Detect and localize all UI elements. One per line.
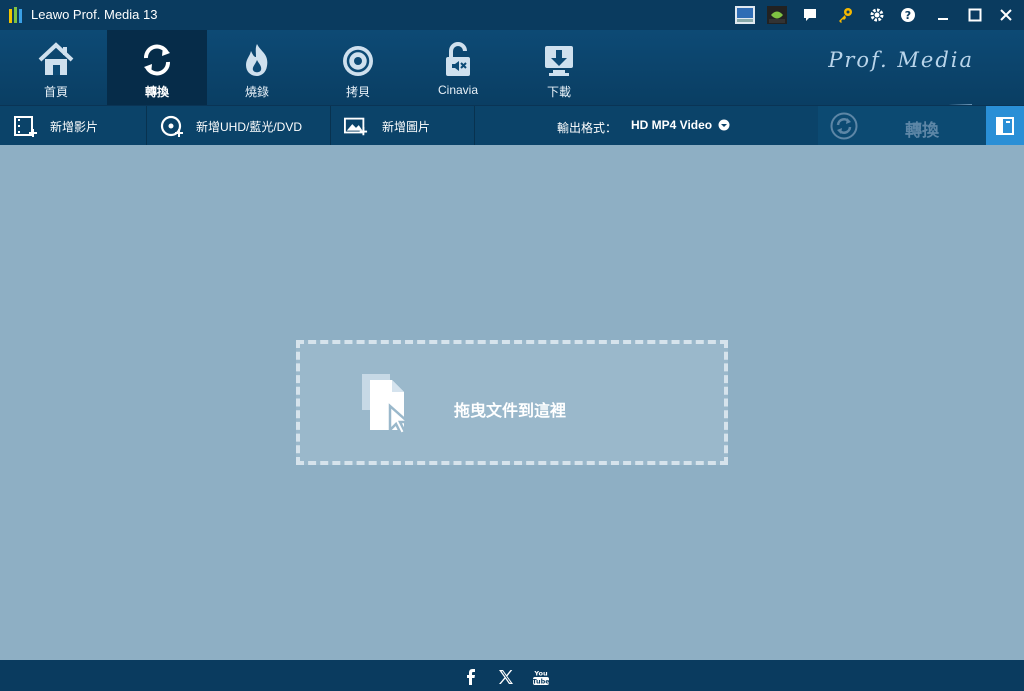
- nav-label-copy: 拷貝: [345, 85, 370, 99]
- nav-label-download: 下載: [546, 85, 571, 99]
- convert-toolbar: 新增影片 新增UHD/藍光/DVD 新增圖片 輸出格式： HD MP4 Vide…: [0, 105, 1024, 146]
- panel-toggle-icon: [996, 117, 1014, 135]
- nav-label-cinavia: Cinavia: [437, 83, 479, 97]
- image-plus-icon: [344, 114, 368, 138]
- minimize-icon[interactable]: [933, 5, 953, 25]
- add-photo-button[interactable]: 新增圖片: [344, 106, 430, 146]
- svg-text:Tube: Tube: [532, 678, 550, 685]
- cuda-accel-icon[interactable]: [767, 5, 787, 25]
- toolbar-divider: [474, 106, 475, 146]
- convert-label: 轉換: [905, 121, 939, 140]
- home-icon: [38, 42, 74, 75]
- youtube-icon[interactable]: You Tube: [532, 668, 550, 686]
- flame-icon: [246, 44, 268, 76]
- nav-label-burn: 燒錄: [244, 85, 269, 99]
- disc-plus-icon: [160, 114, 184, 138]
- output-format-label: 輸出格式：: [557, 121, 618, 135]
- add-video-label: 新增影片: [50, 119, 99, 134]
- nav-item-home[interactable]: 首頁: [6, 30, 106, 105]
- close-icon[interactable]: [996, 5, 1016, 25]
- file-list-area: 拖曳文件到這裡: [0, 145, 1024, 660]
- intel-accel-icon[interactable]: [735, 5, 755, 25]
- key-icon[interactable]: [835, 5, 855, 25]
- add-disc-label: 新增UHD/藍光/DVD: [196, 119, 303, 134]
- disc-copy-icon: [343, 46, 373, 76]
- nav-item-cinavia[interactable]: Cinavia: [408, 30, 508, 105]
- x-twitter-icon[interactable]: [497, 668, 515, 686]
- sidebar-toggle-button[interactable]: [986, 106, 1024, 146]
- app-window: Leawo Prof. Media 13 ? 首頁 轉換 燒錄 拷貝 Cinav…: [0, 0, 1024, 691]
- chevron-down-icon: [718, 119, 730, 131]
- convert-button[interactable]: 轉換: [818, 106, 986, 146]
- film-plus-icon: [14, 114, 38, 138]
- nav-item-convert[interactable]: 轉換: [107, 30, 207, 105]
- add-photo-label: 新增圖片: [382, 119, 431, 134]
- feedback-icon[interactable]: [800, 5, 820, 25]
- output-format-value: HD MP4 Video: [631, 118, 713, 132]
- toolbar-divider: [330, 106, 331, 146]
- drop-zone[interactable]: 拖曳文件到這裡: [296, 340, 728, 465]
- nav-label-home: 首頁: [43, 85, 68, 99]
- settings-gear-icon[interactable]: [867, 5, 887, 25]
- svg-text:?: ?: [905, 9, 911, 22]
- app-logo-icon: [9, 7, 22, 23]
- module-nav-bar: 首頁 轉換 燒錄 拷貝 Cinavia 下載 Prof. Media: [0, 30, 1024, 122]
- facebook-icon[interactable]: [462, 668, 480, 686]
- convert-refresh-icon: [144, 44, 170, 76]
- output-format-dropdown[interactable]: HD MP4 Video: [631, 118, 730, 132]
- drop-hint-text: 拖曳文件到這裡: [454, 403, 567, 420]
- footer-bar: You Tube: [0, 660, 1024, 691]
- svg-text:You: You: [533, 670, 548, 678]
- nav-item-download[interactable]: 下載: [509, 30, 609, 105]
- window-title: Leawo Prof. Media 13: [31, 7, 158, 22]
- nav-label-convert: 轉換: [144, 85, 169, 99]
- toolbar-divider: [146, 106, 147, 146]
- download-icon: [545, 46, 573, 76]
- file-drop-icon: [362, 374, 412, 436]
- title-bar: Leawo Prof. Media 13 ?: [0, 0, 1024, 30]
- nav-item-copy[interactable]: 拷貝: [308, 30, 408, 105]
- help-icon[interactable]: ?: [898, 5, 918, 25]
- add-video-button[interactable]: 新增影片: [14, 106, 98, 146]
- maximize-icon[interactable]: [965, 5, 985, 25]
- add-disc-button[interactable]: 新增UHD/藍光/DVD: [160, 106, 302, 146]
- convert-circle-icon: [830, 112, 858, 140]
- nav-item-burn[interactable]: 燒錄: [207, 30, 307, 105]
- unlock-sound-icon: [446, 42, 470, 76]
- brand-wordmark: Prof. Media: [828, 48, 974, 72]
